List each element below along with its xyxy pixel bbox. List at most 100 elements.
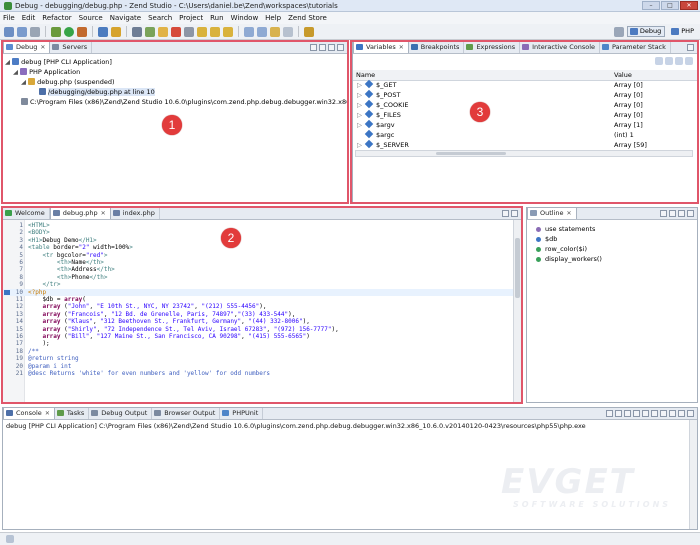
view-menu-icon[interactable] <box>685 57 693 65</box>
fast-view-icon[interactable] <box>6 535 14 543</box>
sort-icon[interactable] <box>660 210 667 217</box>
console-output[interactable]: debug [PHP CLI Application] C:\Program F… <box>3 420 697 432</box>
open-perspective-icon[interactable] <box>613 26 624 37</box>
outline-item[interactable]: display_workers() <box>533 254 691 264</box>
menu-window[interactable]: Window <box>231 14 259 22</box>
minimize-view-icon[interactable] <box>687 44 694 51</box>
remove-terminated-icon[interactable] <box>310 44 317 51</box>
code-line[interactable]: 6 <th>Name</th> <box>3 259 513 266</box>
code-line[interactable]: 7 <th>Address</th> <box>3 266 513 273</box>
tree-item-stack-frame[interactable]: /debugging/debug.php at line 10 <box>5 87 345 97</box>
step-over-icon[interactable] <box>210 26 220 37</box>
display-selected-console-icon[interactable] <box>660 410 667 417</box>
code-line[interactable]: 12 array ("John", "E 10th St., NYC, NY 2… <box>3 303 513 310</box>
next-annotation-icon[interactable] <box>244 26 254 37</box>
code-line[interactable]: 10 <?php <box>3 288 513 296</box>
previous-annotation-icon[interactable] <box>257 26 267 37</box>
suspend-icon[interactable] <box>158 26 168 37</box>
menu-file[interactable]: File <box>3 14 15 22</box>
outline-item[interactable]: use statements <box>533 224 691 234</box>
forward-icon[interactable] <box>283 26 293 37</box>
console-vscrollbar[interactable] <box>689 420 697 529</box>
menu-source[interactable]: Source <box>79 14 103 22</box>
clear-console-icon[interactable] <box>633 410 640 417</box>
code-line[interactable]: 17 ); <box>3 340 513 347</box>
menu-edit[interactable]: Edit <box>22 14 36 22</box>
minimize-view-icon[interactable] <box>678 410 685 417</box>
maximize-button[interactable]: □ <box>661 1 679 10</box>
scroll-thumb[interactable] <box>436 152 506 155</box>
minimize-view-icon[interactable] <box>502 210 509 217</box>
back-icon[interactable] <box>270 26 280 37</box>
new-file-icon[interactable] <box>4 26 14 37</box>
column-value-header[interactable]: Value <box>611 70 697 81</box>
resume-icon[interactable] <box>145 26 155 37</box>
close-icon[interactable]: ✕ <box>567 210 572 217</box>
new-project-icon[interactable] <box>98 26 108 37</box>
table-row[interactable]: ▷ $_POST Array [0] <box>353 89 697 100</box>
tab-outline[interactable]: Outline ✕ <box>527 208 577 219</box>
tree-item-process[interactable]: C:\Program Files (x86)\Zend\Zend Studio … <box>5 97 347 107</box>
open-console-icon[interactable] <box>669 410 676 417</box>
code-line[interactable]: 20 @param i int <box>3 363 513 370</box>
perspective-debug[interactable]: Debug <box>626 26 666 37</box>
tab-breakpoints[interactable]: Breakpoints <box>409 42 465 53</box>
tab-browser-output[interactable]: Browser Output <box>152 408 221 419</box>
table-row[interactable]: ▷ $_COOKIE Array [0] <box>353 99 697 110</box>
show-logical-structure-icon[interactable] <box>665 57 673 65</box>
table-row[interactable]: ▷ $_FILES Array [0] <box>353 109 697 120</box>
step-into-icon[interactable] <box>197 26 207 37</box>
tab-console[interactable]: Console ✕ <box>3 407 55 419</box>
close-icon[interactable]: ✕ <box>399 44 404 51</box>
code-line[interactable]: 13 array ("Francois", "12 Bd. de Grenell… <box>3 311 513 318</box>
show-type-names-icon[interactable] <box>655 57 663 65</box>
tab-tasks[interactable]: Tasks <box>55 408 90 419</box>
maximize-view-icon[interactable] <box>337 44 344 51</box>
minimize-button[interactable]: – <box>642 1 660 10</box>
menu-search[interactable]: Search <box>148 14 172 22</box>
variables-hscrollbar[interactable] <box>355 150 693 157</box>
tab-phpunit[interactable]: PHPUnit <box>220 408 264 419</box>
code-editor[interactable]: 1 <HTML> 2 <BODY> 3 <H1>Debug Demo</H1> 4 <tabl… <box>3 220 521 402</box>
remove-launch-icon[interactable] <box>615 410 622 417</box>
menu-refactor[interactable]: Refactor <box>42 14 71 22</box>
scroll-thumb[interactable] <box>515 238 520 298</box>
editor-vscrollbar[interactable] <box>513 220 521 402</box>
skip-breakpoints-icon[interactable] <box>132 26 142 37</box>
tree-item-launch[interactable]: ◢ debug [PHP CLI Application] <box>5 57 345 67</box>
tree-item-application[interactable]: ◢ PHP Application <box>5 67 345 77</box>
maximize-view-icon[interactable] <box>687 410 694 417</box>
close-icon[interactable]: ✕ <box>101 210 106 217</box>
table-row[interactable]: ▷ $_GET Array [0] <box>353 80 697 90</box>
code-line[interactable]: 2 <BODY> <box>3 229 513 236</box>
tree-item-thread[interactable]: ◢ debug.php (suspended) <box>5 77 345 87</box>
outline-item[interactable]: $db <box>533 234 691 244</box>
tab-debug-output[interactable]: Debug Output <box>89 408 153 419</box>
code-line[interactable]: 1 <HTML> <box>3 222 513 229</box>
menu-run[interactable]: Run <box>210 14 223 22</box>
zend-tools-icon[interactable] <box>304 26 314 37</box>
run-icon[interactable] <box>64 26 74 37</box>
code-line[interactable]: 11 $db = array( <box>3 296 513 303</box>
tab-parameter-stack[interactable]: Parameter Stack <box>600 42 671 53</box>
external-tools-icon[interactable] <box>77 26 87 37</box>
open-type-icon[interactable] <box>111 26 121 37</box>
code-line[interactable]: 16 array ("Bill", "127 Maine St., San Fr… <box>3 333 513 340</box>
tab-expressions[interactable]: Expressions <box>464 42 521 53</box>
close-icon[interactable]: ✕ <box>40 44 45 51</box>
outline-item[interactable]: row_color($i) <box>533 244 691 254</box>
minimize-view-icon[interactable] <box>687 210 694 217</box>
perspective-php[interactable]: PHP <box>668 26 698 37</box>
code-line[interactable]: 3 <H1>Debug Demo</H1> <box>3 237 513 244</box>
menu-project[interactable]: Project <box>179 14 203 22</box>
maximize-view-icon[interactable] <box>511 210 518 217</box>
terminate-icon[interactable] <box>171 26 181 37</box>
tab-variables[interactable]: Variables ✕ <box>353 42 409 53</box>
code-line[interactable]: 5 <tr bgcolor="red"> <box>3 252 513 259</box>
menu-help[interactable]: Help <box>265 14 281 22</box>
code-line[interactable]: 18 /** <box>3 348 513 355</box>
tab-debug-php[interactable]: debug.php ✕ <box>49 208 111 219</box>
debug-run-icon[interactable] <box>51 26 61 37</box>
view-menu-icon[interactable] <box>319 44 326 51</box>
save-icon[interactable] <box>17 26 27 37</box>
